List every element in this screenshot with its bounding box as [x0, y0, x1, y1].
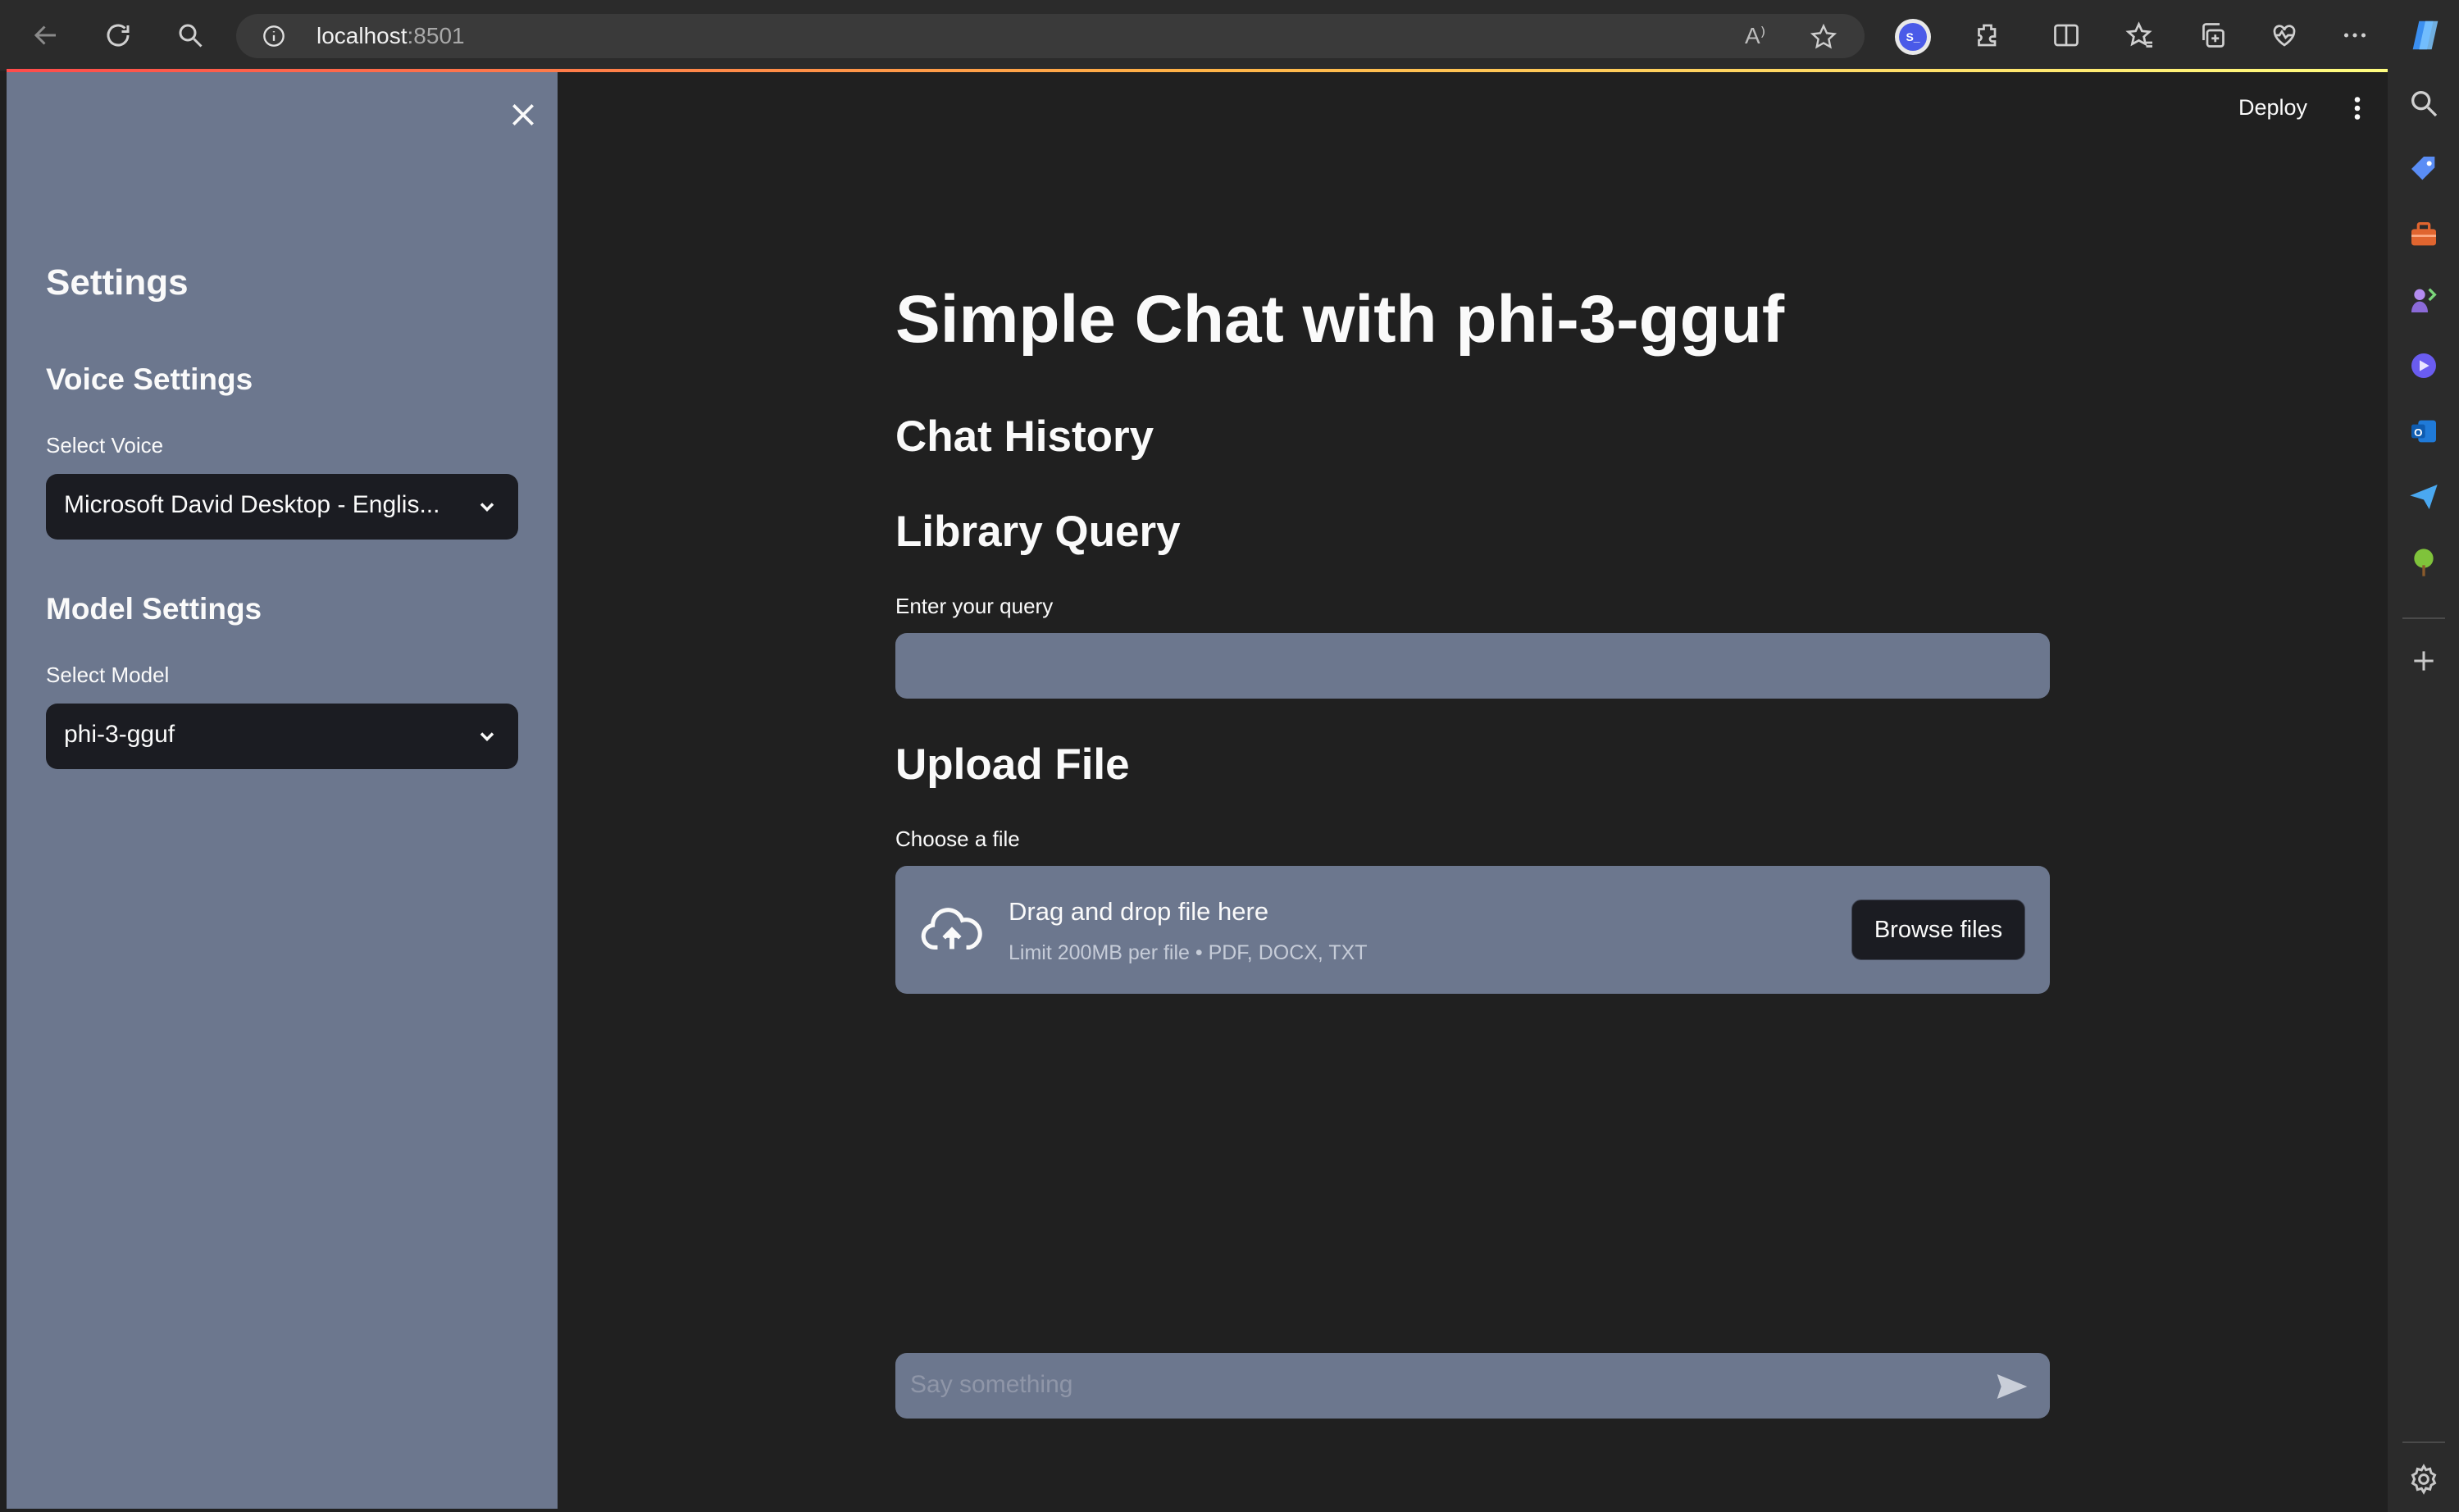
outlook-icon[interactable]: O	[2407, 415, 2440, 448]
divider	[2402, 617, 2445, 619]
voice-select[interactable]: Microsoft David Desktop - Englis...	[46, 474, 518, 540]
collections-icon[interactable]	[2196, 19, 2229, 52]
main-menu-icon[interactable]	[2345, 93, 2370, 123]
main-content: Deploy Simple Chat with phi-3-gguf Chat …	[558, 72, 2388, 1509]
split-screen-icon[interactable]	[2050, 19, 2083, 52]
select-model-label: Select Model	[46, 663, 170, 687]
profile-icon[interactable]: S_	[1895, 19, 1931, 55]
address-bar[interactable]: localhost:8501 A⁾	[236, 14, 1865, 58]
favorites-icon[interactable]	[2124, 19, 2156, 52]
favorite-star-icon[interactable]	[1810, 24, 1837, 50]
page-title: Simple Chat with phi-3-gguf	[895, 282, 1785, 357]
model-settings-heading: Model Settings	[46, 592, 262, 626]
select-voice-label: Select Voice	[46, 433, 164, 458]
query-label: Enter your query	[895, 594, 1054, 618]
copilot-circle-icon[interactable]	[2407, 349, 2440, 382]
svg-text:O: O	[2414, 426, 2422, 439]
voice-select-value: Microsoft David Desktop - Englis...	[64, 491, 440, 518]
tree-icon[interactable]	[2407, 546, 2440, 579]
cloud-upload-icon	[921, 908, 982, 950]
browse-files-button[interactable]: Browse files	[1851, 899, 2025, 960]
send-icon[interactable]	[2407, 480, 2440, 513]
search-icon[interactable]	[2407, 87, 2440, 120]
sidebar: Settings Voice Settings Select Voice Mic…	[7, 72, 558, 1509]
deploy-button[interactable]: Deploy	[2238, 95, 2307, 121]
model-select-value: phi-3-gguf	[64, 721, 175, 748]
games-icon[interactable]	[2407, 284, 2440, 317]
dropzone-title: Drag and drop file here	[1009, 897, 1269, 926]
browser-sidebar: O	[2388, 71, 2459, 1512]
settings-gear-icon[interactable]	[2407, 1463, 2440, 1496]
read-aloud-icon[interactable]: A⁾	[1745, 22, 1766, 49]
chevron-down-icon	[480, 732, 494, 741]
add-icon[interactable]	[2407, 644, 2440, 677]
chevron-down-icon	[480, 503, 494, 512]
dropzone-limit: Limit 200MB per file • PDF, DOCX, TXT	[1009, 941, 1368, 964]
search-icon[interactable]	[174, 19, 207, 52]
browser-toolbar: localhost:8501 A⁾ S_	[0, 0, 2459, 71]
upload-file-heading: Upload File	[895, 740, 1130, 789]
info-icon[interactable]	[262, 25, 285, 48]
url-text[interactable]: localhost:8501	[316, 23, 465, 49]
divider	[2402, 1441, 2445, 1443]
refresh-icon[interactable]	[102, 19, 134, 52]
extensions-icon[interactable]	[1971, 19, 2004, 52]
chat-input[interactable]: Say something	[895, 1353, 2050, 1419]
shopping-tag-icon[interactable]	[2407, 153, 2440, 185]
more-icon[interactable]	[2338, 19, 2371, 52]
file-dropzone[interactable]: Drag and drop file here Limit 200MB per …	[895, 866, 2050, 994]
back-icon[interactable]	[30, 19, 62, 52]
voice-settings-heading: Voice Settings	[46, 362, 253, 396]
model-select[interactable]: phi-3-gguf	[46, 704, 518, 769]
chat-input-placeholder: Say something	[910, 1371, 1073, 1398]
send-icon[interactable]	[1996, 1373, 2029, 1400]
query-input[interactable]	[895, 633, 2050, 699]
browser-essentials-icon[interactable]	[2268, 19, 2301, 52]
chat-history-heading: Chat History	[895, 412, 1154, 461]
close-icon[interactable]	[507, 98, 540, 131]
tools-icon[interactable]	[2407, 218, 2440, 251]
library-query-heading: Library Query	[895, 508, 1181, 556]
copilot-icon[interactable]	[2407, 16, 2444, 54]
sidebar-title: Settings	[46, 262, 189, 303]
choose-file-label: Choose a file	[895, 827, 1020, 851]
